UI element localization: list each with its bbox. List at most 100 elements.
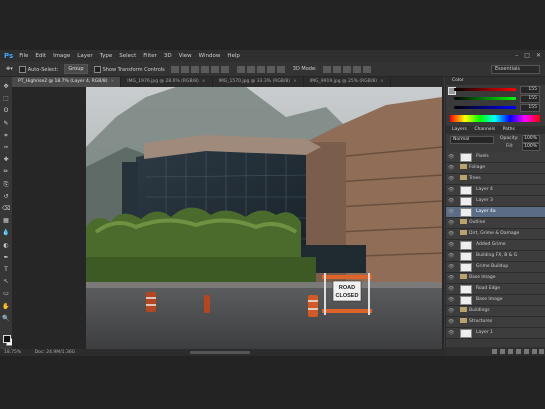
visibility-eye-icon[interactable]: 👁: [448, 174, 454, 184]
layer-row[interactable]: 👁 Buildings: [446, 306, 545, 317]
layer-row[interactable]: 👁 Base Image: [446, 295, 545, 306]
auto-select-target-dropdown[interactable]: Group: [64, 64, 88, 74]
tab-channels[interactable]: Channels: [474, 127, 495, 132]
red-slider[interactable]: [454, 88, 516, 91]
layer-row[interactable]: 👁 Road Edge: [446, 284, 545, 295]
stamp-tool-icon[interactable]: ⎘: [2, 181, 10, 188]
healing-tool-icon[interactable]: ✚: [2, 156, 10, 163]
path-select-tool-icon[interactable]: ↖: [2, 278, 10, 285]
mode-3d-buttons[interactable]: [322, 65, 373, 73]
menu-file[interactable]: File: [19, 53, 28, 59]
layer-row[interactable]: 👁 Layer 4: [446, 185, 545, 196]
trash-icon[interactable]: [539, 349, 544, 354]
dodge-tool-icon[interactable]: ◐: [2, 242, 10, 249]
fx-icon[interactable]: [500, 349, 505, 354]
move-tool-preset-icon[interactable]: ✥▾: [6, 66, 13, 72]
auto-select-checkbox[interactable]: Auto-Select:: [18, 65, 58, 73]
spectrum-ramp[interactable]: [450, 115, 540, 122]
type-tool-icon[interactable]: T: [2, 266, 10, 273]
tab-img-1570[interactable]: IMG_1570.jpg @ 33.3% (RGB/8) ×: [213, 77, 304, 87]
visibility-eye-icon[interactable]: 👁: [448, 251, 454, 261]
tab-img-9919[interactable]: IMG_9919.jpg @ 25% (RGB/8) ×: [304, 77, 391, 87]
visibility-eye-icon[interactable]: 👁: [448, 218, 454, 228]
folder-icon[interactable]: [524, 349, 529, 354]
layer-row[interactable]: 👁 Pixels: [446, 152, 545, 163]
close-icon[interactable]: ×: [293, 79, 297, 84]
visibility-eye-icon[interactable]: 👁: [448, 284, 454, 294]
blue-slider[interactable]: [454, 106, 516, 109]
align-buttons[interactable]: [170, 65, 231, 73]
layer-row[interactable]: 👁 Outline: [446, 218, 545, 229]
pen-tool-icon[interactable]: ✒: [2, 254, 10, 261]
visibility-eye-icon[interactable]: 👁: [448, 229, 454, 239]
gradient-tool-icon[interactable]: ▦: [2, 217, 10, 224]
green-value[interactable]: 155: [520, 95, 540, 103]
minimize-button[interactable]: –: [515, 52, 518, 59]
history-brush-tool-icon[interactable]: ↺: [2, 193, 10, 200]
menu-filter[interactable]: Filter: [143, 53, 157, 59]
shape-tool-icon[interactable]: ▭: [2, 290, 10, 297]
visibility-eye-icon[interactable]: 👁: [448, 240, 454, 250]
brush-tool-icon[interactable]: ✏: [2, 168, 10, 175]
lasso-tool-icon[interactable]: ʘ: [2, 107, 10, 114]
distribute-buttons[interactable]: [236, 65, 287, 73]
foreground-color-swatch[interactable]: [3, 335, 11, 343]
document-canvas[interactable]: ROAD CLOSED: [86, 87, 442, 349]
layer-row[interactable]: 👁 Grime Buildup: [446, 262, 545, 273]
visibility-eye-icon[interactable]: 👁: [448, 185, 454, 195]
layer-row[interactable]: 👁 Layer 3: [446, 196, 545, 207]
tab-layers[interactable]: Layers: [452, 127, 467, 132]
zoom-tool-icon[interactable]: 🔍: [2, 315, 10, 322]
menu-help[interactable]: Help: [227, 53, 240, 59]
close-icon[interactable]: ×: [111, 79, 115, 84]
layer-row[interactable]: 👁 Dirt, Grime & Damage: [446, 229, 545, 240]
visibility-eye-icon[interactable]: 👁: [448, 295, 454, 305]
eyedropper-tool-icon[interactable]: ✑: [2, 144, 10, 151]
move-tool-icon[interactable]: ✥: [2, 83, 10, 90]
green-slider[interactable]: [454, 97, 516, 100]
layer-row[interactable]: 👁 Foliage: [446, 163, 545, 174]
blend-mode-dropdown[interactable]: Normal: [450, 136, 494, 144]
menu-window[interactable]: Window: [199, 53, 221, 59]
menu-edit[interactable]: Edit: [35, 53, 46, 59]
menu-layer[interactable]: Layer: [77, 53, 92, 59]
link-layers-icon[interactable]: [492, 349, 497, 354]
close-icon[interactable]: ×: [380, 79, 384, 84]
menu-view[interactable]: View: [179, 53, 192, 59]
layer-row[interactable]: 👁 Structures: [446, 317, 545, 328]
layer-row[interactable]: 👁 Trees: [446, 174, 545, 185]
blur-tool-icon[interactable]: 💧: [2, 229, 10, 236]
hand-tool-icon[interactable]: ✋: [2, 303, 10, 310]
close-button[interactable]: ✕: [536, 52, 541, 59]
visibility-eye-icon[interactable]: 👁: [448, 196, 454, 206]
eraser-tool-icon[interactable]: ⌫: [2, 205, 10, 212]
visibility-eye-icon[interactable]: 👁: [448, 273, 454, 283]
new-layer-icon[interactable]: [532, 349, 537, 354]
adjustment-icon[interactable]: [516, 349, 521, 354]
layer-row[interactable]: 👁 Layer 4a: [446, 207, 545, 218]
visibility-eye-icon[interactable]: 👁: [448, 317, 454, 327]
close-icon[interactable]: ×: [202, 79, 206, 84]
opacity-field[interactable]: 100%: [522, 135, 540, 143]
tab-img-1976[interactable]: IMG_1976.jpg @ 28.6% (RGB/8) ×: [121, 77, 213, 87]
blue-value[interactable]: 155: [520, 104, 540, 112]
visibility-eye-icon[interactable]: 👁: [448, 207, 454, 217]
marquee-tool-icon[interactable]: ⬚: [2, 95, 10, 102]
visibility-eye-icon[interactable]: 👁: [448, 163, 454, 173]
menu-3d[interactable]: 3D: [164, 53, 172, 59]
layer-row[interactable]: 👁 Base Image: [446, 273, 545, 284]
menu-type[interactable]: Type: [100, 53, 113, 59]
add-mask-icon[interactable]: [508, 349, 513, 354]
tab-pt-highrise[interactable]: PT_Highrise2 @ 18.7% (Layer 4, RGB/8) ×: [12, 77, 122, 87]
layer-row[interactable]: 👁 Layer 1: [446, 328, 545, 339]
visibility-eye-icon[interactable]: 👁: [448, 152, 454, 162]
menu-image[interactable]: Image: [53, 53, 70, 59]
fill-field[interactable]: 100%: [522, 143, 540, 151]
zoom-level[interactable]: 18.75%: [4, 350, 21, 355]
menu-select[interactable]: Select: [119, 53, 136, 59]
horizontal-scrollbar[interactable]: [190, 351, 250, 354]
quick-select-tool-icon[interactable]: ✎: [2, 120, 10, 127]
red-value[interactable]: 155: [520, 86, 540, 94]
show-transform-checkbox[interactable]: Show Transform Controls: [93, 65, 165, 73]
visibility-eye-icon[interactable]: 👁: [448, 262, 454, 272]
